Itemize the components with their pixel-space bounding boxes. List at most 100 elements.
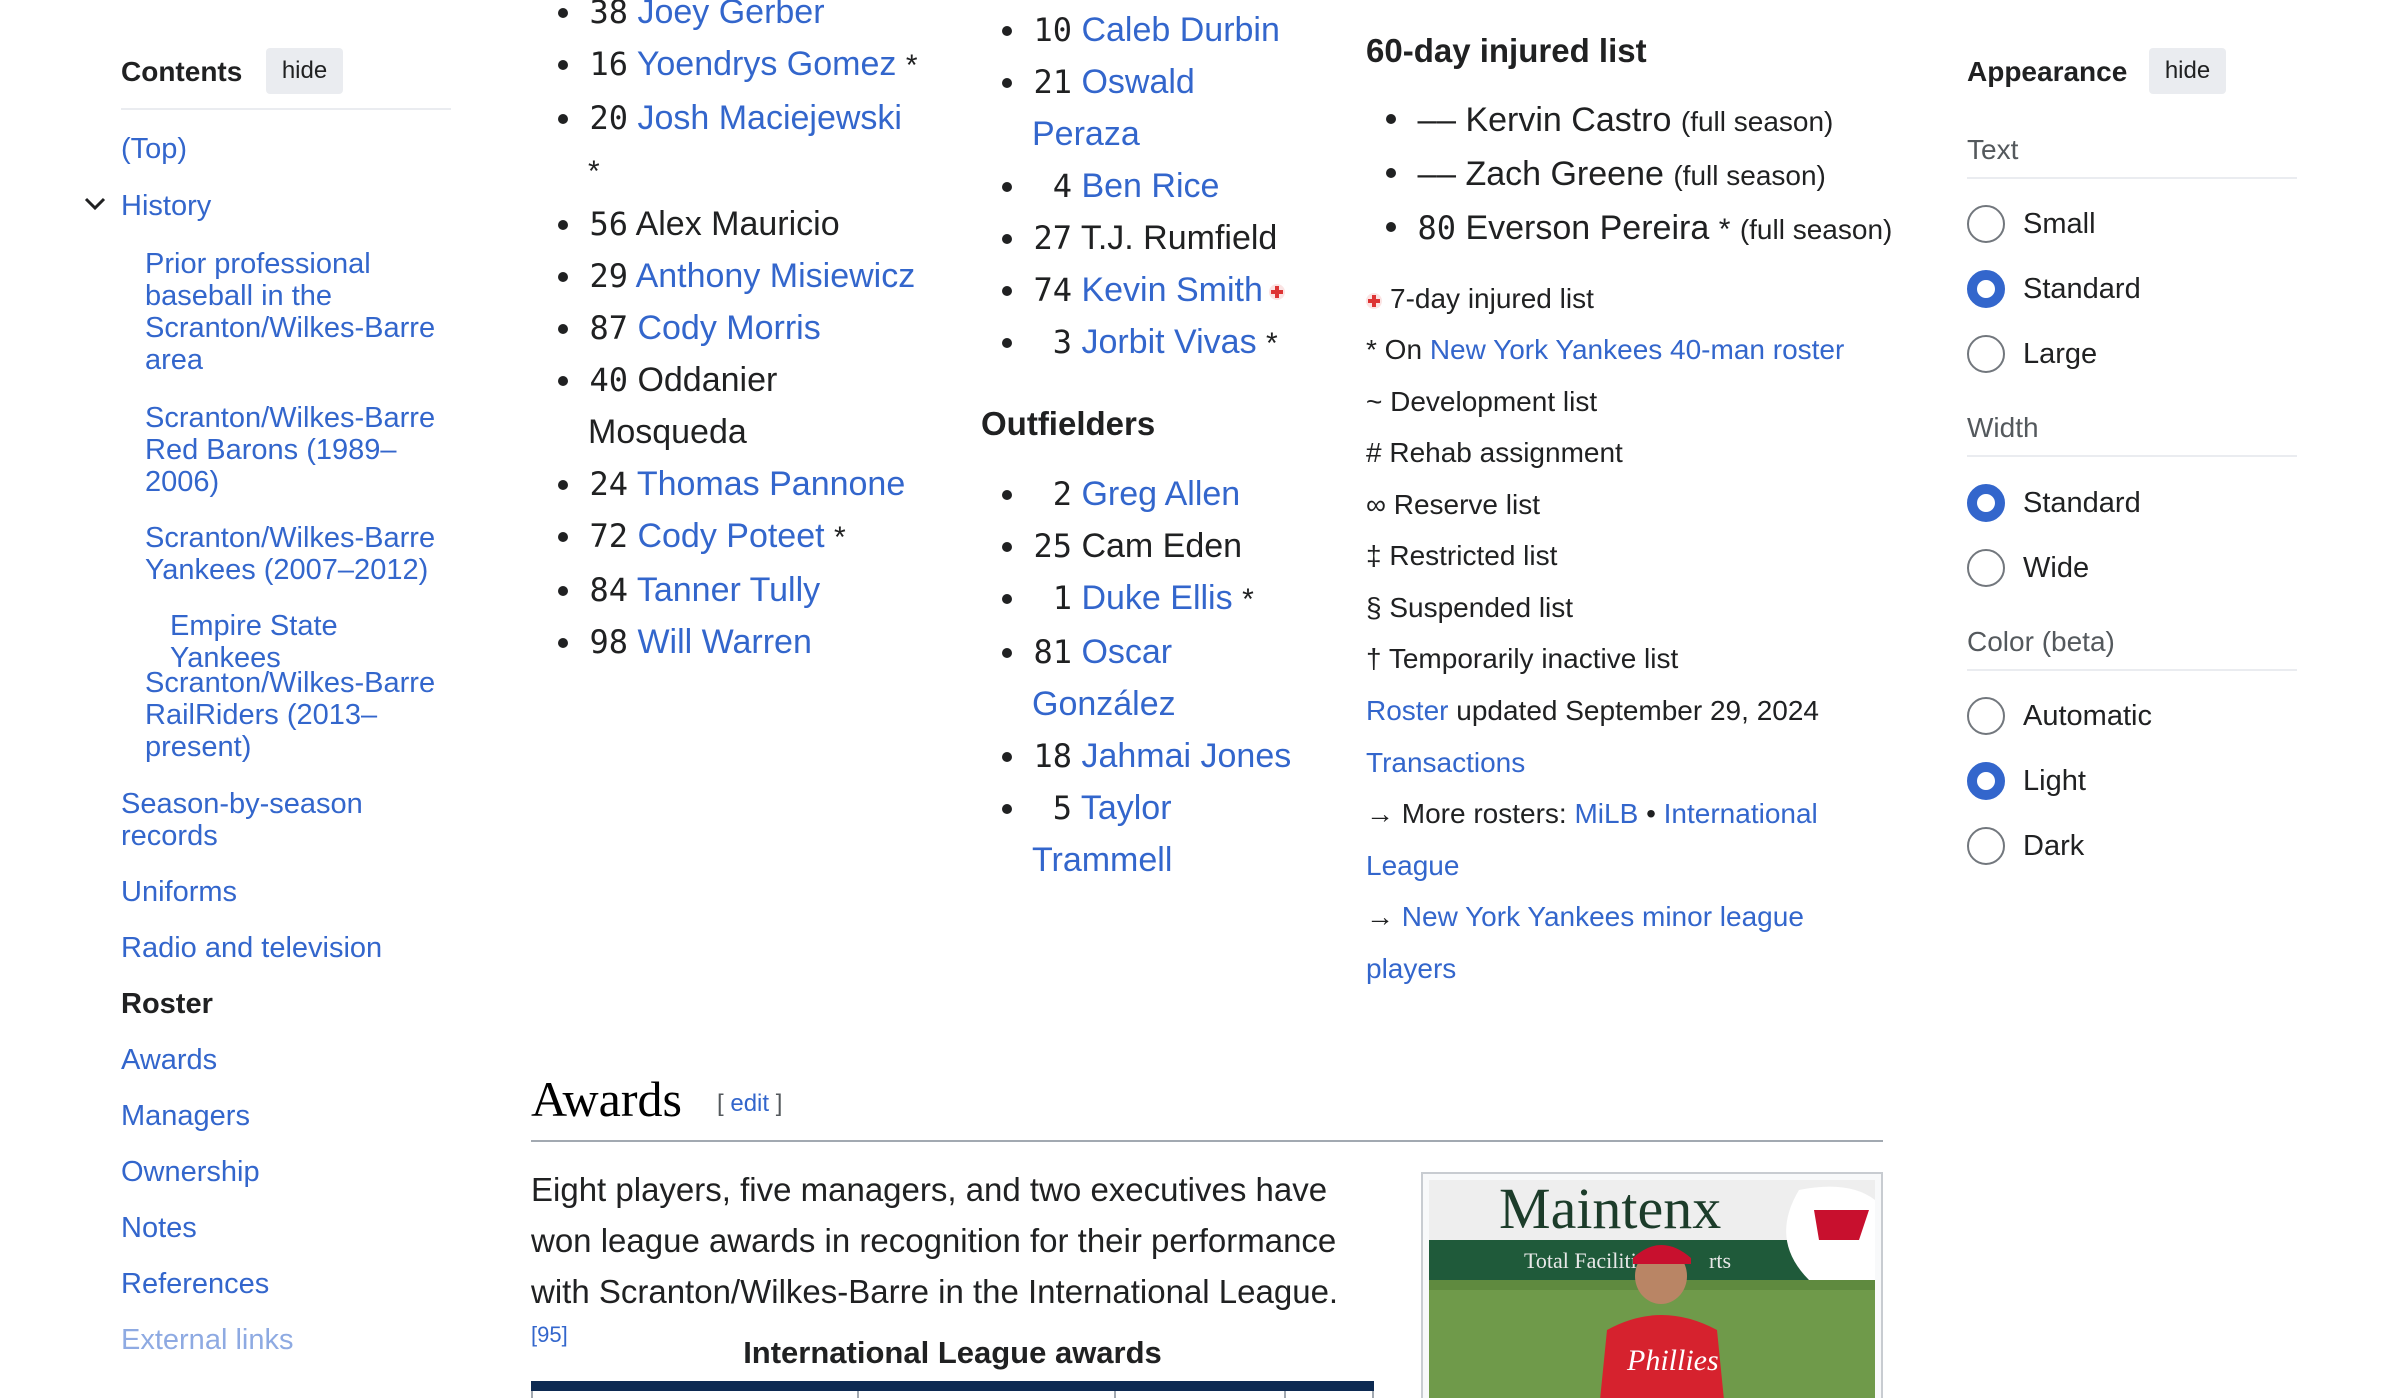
milb-link[interactable]: MiLB (1574, 798, 1638, 829)
transactions-link[interactable]: Transactions (1366, 747, 1525, 778)
legend-roster-updated: Roster updated September 29, 2024 (1366, 694, 1819, 728)
player-link[interactable]: Tanner Tully (637, 571, 820, 609)
red-cross-icon (1366, 292, 1382, 309)
player-link-cont[interactable]: Peraza (1032, 108, 1302, 160)
legend-restricted: ‡ Restricted list (1366, 540, 1558, 571)
minor-league-players-link[interactable]: New York Yankees minor league (1402, 901, 1804, 932)
player-link[interactable]: Jorbit Vivas (1081, 323, 1256, 361)
radio-color-dark-label[interactable]: Dark (2023, 827, 2084, 865)
player-name: Kervin Castro (1465, 101, 1672, 139)
toc-item-ownership[interactable]: Ownership (121, 1156, 260, 1188)
player-link[interactable]: Caleb Durbin (1081, 11, 1279, 49)
player-link-cont[interactable]: González (1032, 678, 1302, 730)
player-link[interactable]: Cody Morris (637, 309, 820, 347)
radio-text-standard-label[interactable]: Standard (2023, 270, 2141, 308)
player-link[interactable]: Thomas Pannone (637, 465, 905, 503)
player-link[interactable]: Greg Allen (1081, 475, 1240, 513)
player-link[interactable]: Duke Ellis (1081, 579, 1232, 617)
list-item: 10 Caleb Durbin (1002, 4, 1302, 56)
awards-table-caption: International League awards (743, 1335, 1162, 1370)
international-league-link-cont[interactable]: League (1366, 850, 1459, 881)
player-link[interactable]: Kevin Smith (1081, 271, 1262, 309)
injured-list: –– Kervin Castro (full season) –– Zach Gr… (1386, 94, 1936, 256)
toc-item-awards[interactable]: Awards (121, 1044, 217, 1076)
player-link-cont[interactable]: Trammell (1032, 834, 1302, 886)
photo-sign-subtext-end: rts (1709, 1248, 1731, 1273)
list-item: 20 Josh Maciejewski * (558, 92, 918, 198)
toc-item-railriders[interactable]: Scranton/Wilkes-Barre RailRiders (2013–p… (145, 667, 445, 763)
list-item: 5 Taylor Trammell (1002, 782, 1302, 886)
player-link[interactable]: Josh Maciejewski (637, 99, 902, 137)
jersey-number: 81 (1033, 633, 1072, 671)
legend-seven-day: 7-day injured list (1366, 282, 1594, 316)
list-item: 38 Joey Gerber (558, 0, 918, 38)
toc-item-season-records[interactable]: Season-by-season records (121, 788, 421, 852)
radio-width-standard-label[interactable]: Standard (2023, 484, 2141, 522)
toc-item-top[interactable]: (Top) (121, 133, 187, 165)
radio-width-wide[interactable] (1967, 549, 2005, 587)
radio-text-standard[interactable] (1967, 270, 2005, 308)
season-note: (full season) (1673, 160, 1826, 191)
radio-text-small[interactable] (1967, 205, 2005, 243)
chevron-down-icon[interactable] (81, 190, 109, 218)
table-column-divider (1284, 1391, 1286, 1398)
player-link[interactable]: Joey Gerber (637, 0, 824, 31)
roster-marker: * (588, 155, 600, 188)
toc-hide-button[interactable]: hide (266, 48, 343, 94)
toc-item-uniforms[interactable]: Uniforms (121, 876, 237, 908)
roster-link[interactable]: Roster (1366, 695, 1448, 726)
toc-item-roster[interactable]: Roster (121, 988, 213, 1020)
player-link[interactable]: Oscar (1081, 633, 1172, 671)
jersey-number: 56 (589, 205, 628, 243)
radio-width-wide-label[interactable]: Wide (2023, 549, 2089, 587)
toc-item-managers[interactable]: Managers (121, 1100, 250, 1132)
radio-color-light[interactable] (1967, 762, 2005, 800)
appearance-hide-button[interactable]: hide (2149, 48, 2226, 94)
list-item: 81 Oscar González (1002, 626, 1302, 730)
radio-color-automatic[interactable] (1967, 697, 2005, 735)
radio-text-large[interactable] (1967, 335, 2005, 373)
toc-item-red-barons[interactable]: Scranton/Wilkes-Barre Red Barons (1989–2… (145, 402, 445, 498)
jersey-number: 2 (1052, 475, 1072, 513)
awards-edit-link[interactable]: edit (730, 1090, 769, 1117)
list-item: 27 T.J. Rumfield (1002, 212, 1302, 264)
radio-width-standard[interactable] (1967, 484, 2005, 522)
page: Contents hide (Top) History Prior profes… (0, 0, 2400, 1398)
player-link[interactable]: Yoendrys Gomez (637, 45, 897, 83)
photo-sign-text: Maintenx (1499, 1180, 1721, 1241)
player-link[interactable]: Oswald (1081, 63, 1194, 101)
player-link[interactable]: Cody Poteet (637, 517, 824, 555)
toc-item-notes[interactable]: Notes (121, 1212, 197, 1244)
minor-league-players-link-cont[interactable]: players (1366, 953, 1456, 984)
toc-item-history[interactable]: History (121, 190, 211, 222)
jersey-number: 20 (589, 99, 628, 137)
forty-man-roster-link[interactable]: New York Yankees 40-man roster (1430, 334, 1845, 365)
red-cross-icon (1268, 284, 1285, 301)
more-rosters-prefix: → More rosters: (1366, 798, 1567, 829)
pitchers-list: 38 Joey Gerber 16 Yoendrys Gomez * 20 Josh… (558, 0, 918, 668)
season-note: (full season) (1680, 106, 1834, 137)
player-link[interactable]: Ben Rice (1081, 167, 1219, 205)
player-link[interactable]: Will Warren (637, 623, 811, 661)
international-league-link[interactable]: International (1664, 798, 1818, 829)
player-photo-thumbnail[interactable]: Maintenx Total Facilities Re rts Phillie… (1421, 1172, 1883, 1398)
toc-item-prior-baseball[interactable]: Prior professional baseball in the Scran… (145, 248, 445, 376)
injured-heading: 60-day injured list (1366, 32, 1647, 69)
jersey-number: 80 (1417, 209, 1456, 247)
player-link[interactable]: Jahmai Jones (1081, 737, 1291, 775)
radio-color-automatic-label[interactable]: Automatic (2023, 697, 2152, 735)
radio-text-small-label[interactable]: Small (2023, 205, 2096, 243)
toc-item-radio-tv[interactable]: Radio and television (121, 932, 382, 964)
radio-text-large-label[interactable]: Large (2023, 335, 2097, 373)
toc-item-swb-yankees[interactable]: Scranton/Wilkes-Barre Yankees (2007–2012… (145, 522, 445, 586)
list-item: 98 Will Warren (558, 616, 918, 668)
player-link[interactable]: Anthony Misiewicz (636, 257, 916, 295)
player-link[interactable]: Taylor (1081, 789, 1172, 827)
color-label: Color (beta) (1967, 626, 2115, 657)
radio-color-light-label[interactable]: Light (2023, 762, 2086, 800)
radio-color-dark[interactable] (1967, 827, 2005, 865)
jersey-number: 27 (1033, 219, 1072, 257)
toc-item-external-links[interactable]: External links (121, 1324, 293, 1356)
toc-item-references[interactable]: References (121, 1268, 269, 1300)
toc-item-empire-state[interactable]: Empire State Yankees (170, 610, 451, 674)
